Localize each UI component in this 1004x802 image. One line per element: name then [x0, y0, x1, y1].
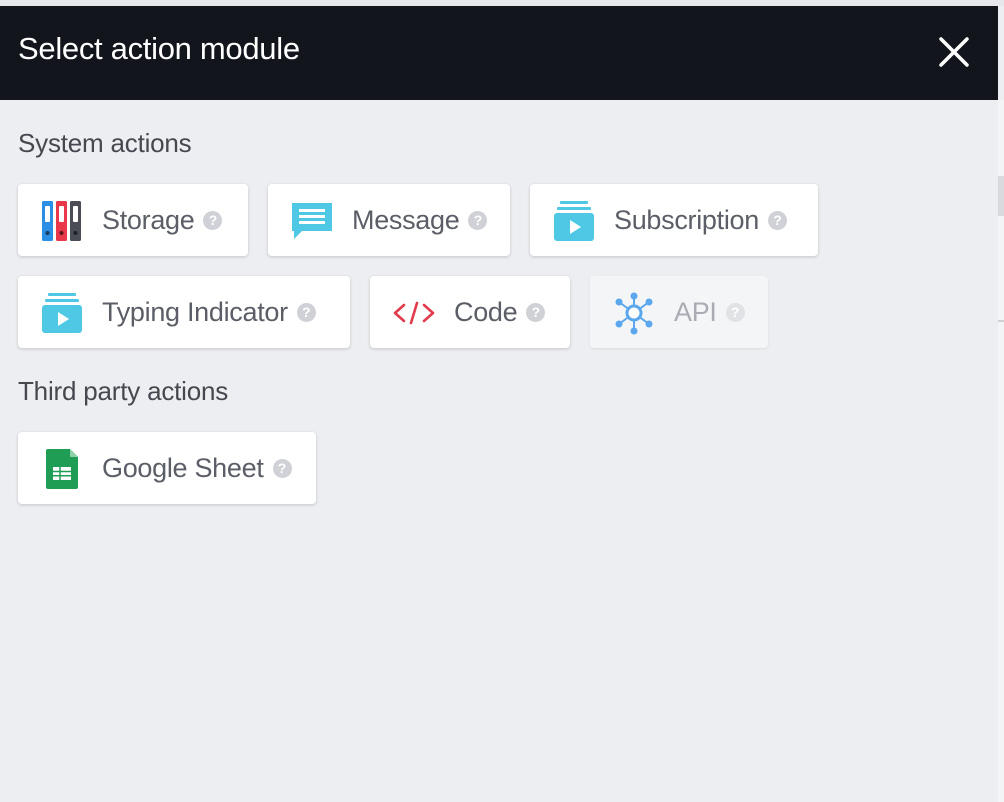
api-network-icon: [615, 292, 653, 335]
section-title-system-actions: System actions: [18, 128, 192, 158]
message-bubble-icon: [292, 203, 332, 239]
action-label-api: API: [674, 297, 717, 327]
help-icon[interactable]: ?: [203, 211, 223, 230]
close-icon: [939, 37, 969, 67]
background-divider-mark: [998, 320, 1004, 322]
help-icon[interactable]: ?: [468, 211, 488, 230]
action-label-code: Code: [454, 297, 518, 327]
action-label-google-sheet: Google Sheet: [102, 453, 264, 483]
help-icon[interactable]: ?: [767, 211, 787, 230]
action-label-typing-indicator: Typing Indicator: [102, 297, 288, 327]
action-module-dialog: Select action module System actions Stor…: [0, 6, 998, 802]
action-card-subscription[interactable]: Subscription?: [530, 184, 818, 256]
help-icon: ?: [725, 303, 745, 322]
dialog-header: Select action module: [0, 6, 998, 100]
action-card-message[interactable]: Message?: [268, 184, 510, 256]
action-card-storage[interactable]: Storage?: [18, 184, 248, 256]
action-card-code[interactable]: Code?: [370, 276, 570, 348]
section-title-third-party-actions: Third party actions: [18, 376, 229, 406]
action-card-google-sheet[interactable]: Google Sheet?: [18, 432, 316, 504]
code-brackets-icon: [393, 301, 435, 325]
action-card-api: API?: [590, 276, 768, 348]
help-icon[interactable]: ?: [526, 303, 546, 322]
action-card-typing-indicator[interactable]: Typing Indicator?: [18, 276, 350, 348]
background-scroll-mark: [998, 176, 1004, 216]
subscription-play-icon: [554, 201, 594, 241]
typing-indicator-icon: [42, 293, 82, 333]
action-label-message: Message: [352, 205, 460, 235]
help-icon[interactable]: ?: [296, 303, 316, 322]
storage-binders-icon: [42, 201, 81, 241]
action-label-storage: Storage: [102, 205, 195, 235]
dialog-title: Select action module: [18, 31, 300, 66]
google-sheet-icon: [46, 449, 78, 489]
help-icon[interactable]: ?: [272, 459, 292, 478]
close-button[interactable]: [934, 32, 974, 72]
action-label-subscription: Subscription: [614, 205, 759, 235]
